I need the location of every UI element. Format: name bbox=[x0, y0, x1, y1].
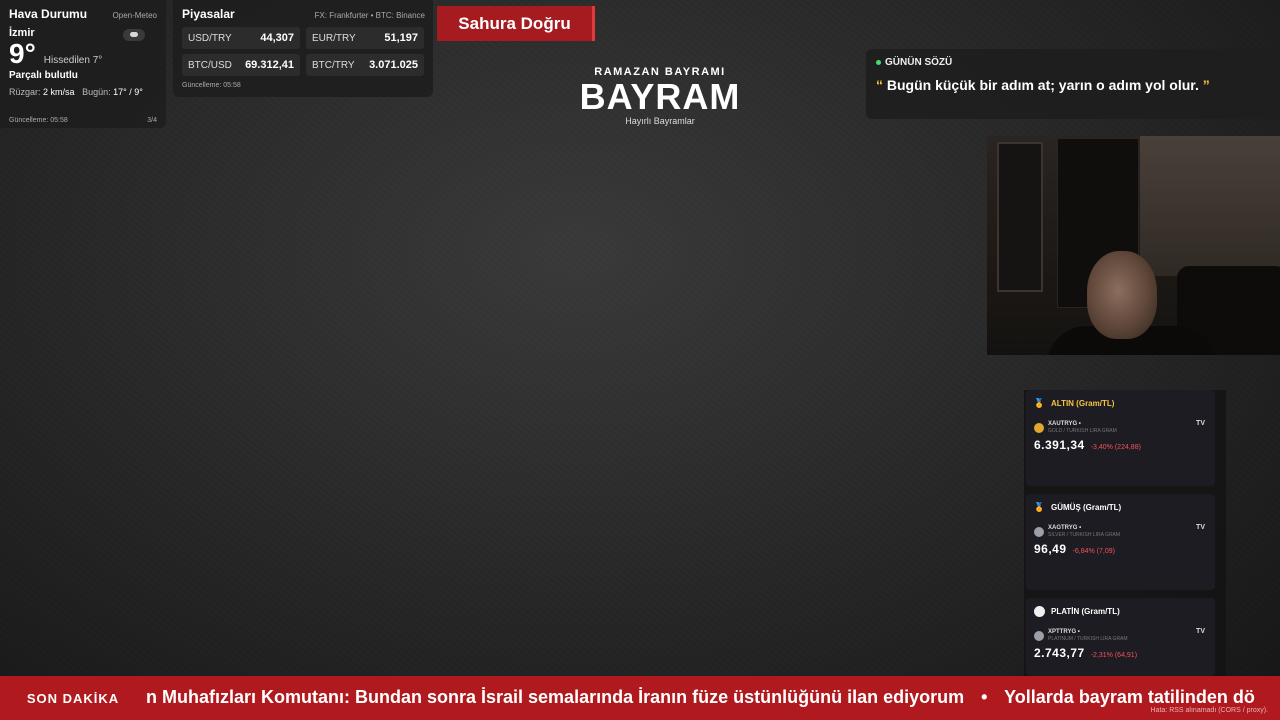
sahur-banner: Sahura Doğru bbox=[437, 6, 595, 41]
metal-price: 2.743,77 bbox=[1034, 646, 1085, 660]
metal-symbol: XAGTRYG bbox=[1048, 525, 1078, 531]
ticker-item: Yollarda bayram tatilinden dö bbox=[1004, 687, 1255, 707]
gold-medal-icon: 🏅 bbox=[1033, 398, 1046, 408]
ticker-item: n Muhafızları Komutanı: Bundan sonra İsr… bbox=[146, 687, 965, 707]
webcam-person-head bbox=[1087, 251, 1157, 339]
coin-icon bbox=[1034, 631, 1044, 641]
weather-updated: Güncelleme: 05:58 bbox=[9, 117, 68, 124]
metal-card-gold: 🏅 ALTIN (Gram/TL) XAUTRYG • GOLD / TURKI… bbox=[1026, 390, 1215, 486]
tradingview-logo-icon: TV bbox=[1196, 524, 1205, 531]
metal-card-platinum: PLATİN (Gram/TL) XPTTRYG • PLATINUM / TU… bbox=[1026, 598, 1215, 676]
metal-card-silver: 🏅 GÜMÜŞ (Gram/TL) XAGTRYG • SILVER / TUR… bbox=[1026, 494, 1215, 590]
ticker-label: SON DAKİKA bbox=[0, 676, 146, 720]
market-label: USD/TRY bbox=[188, 32, 232, 44]
market-value: 44,307 bbox=[260, 32, 294, 44]
ticker-separator: • bbox=[981, 687, 988, 707]
quote-text: Bugün küçük bir adım at; yarın o adım yo… bbox=[886, 77, 1199, 93]
market-label: BTC/USD bbox=[188, 59, 232, 71]
webcam-wall bbox=[1140, 136, 1280, 276]
today-label: Bugün: bbox=[82, 87, 111, 97]
metal-symbol-suffix: • bbox=[1078, 421, 1081, 427]
webcam-feed bbox=[987, 136, 1280, 355]
metals-panel: 🏅 ALTIN (Gram/TL) XAUTRYG • GOLD / TURKI… bbox=[1024, 390, 1226, 676]
metal-desc: PLATINUM / TURKISH LIRA GRAM bbox=[1048, 636, 1128, 642]
market-item-btctry: BTC/TRY 3.071.025 bbox=[306, 54, 424, 76]
ticker-crawl: n Muhafızları Komutanı: Bundan sonra İsr… bbox=[146, 687, 1280, 708]
markets-updated: Güncelleme: 05:58 bbox=[182, 82, 241, 89]
metal-price: 96,49 bbox=[1034, 542, 1067, 556]
bayram-title: BAYRAM bbox=[579, 76, 741, 117]
quote-close-mark: ” bbox=[1202, 77, 1210, 93]
metal-change: -6,84% (7,09) bbox=[1072, 548, 1115, 555]
metal-price: 6.391,34 bbox=[1034, 438, 1085, 452]
coin-icon bbox=[1034, 527, 1044, 537]
quote-of-the-day: GÜNÜN SÖZÜ “ Bugün küçük bir adım at; ya… bbox=[866, 49, 1280, 119]
live-dot-icon bbox=[876, 60, 881, 65]
metal-symbol-suffix: • bbox=[1077, 629, 1080, 635]
webcam-door bbox=[997, 142, 1043, 292]
markets-panel: Piyasalar FX: Frankfurter • BTC: Binance… bbox=[173, 0, 433, 97]
metal-desc: GOLD / TURKISH LIRA GRAM bbox=[1048, 428, 1117, 434]
metal-symbol: XPTTRYG bbox=[1048, 629, 1077, 635]
wind-label: Rüzgar: bbox=[9, 87, 41, 97]
bayram-tagline: Hayırlı Bayramlar bbox=[625, 116, 695, 126]
market-label: BTC/TRY bbox=[312, 59, 355, 71]
news-ticker: SON DAKİKA n Muhafızları Komutanı: Bunda… bbox=[0, 676, 1280, 720]
metal-title: GÜMÜŞ (Gram/TL) bbox=[1051, 503, 1122, 512]
partly-cloudy-icon bbox=[123, 29, 145, 41]
today-value: 17° / 9° bbox=[113, 87, 143, 97]
metal-symbol-suffix: • bbox=[1079, 525, 1082, 531]
bayram-banner: RAMAZAN BAYRAMI BAYRAM Hayırlı Bayramlar bbox=[560, 66, 760, 126]
market-value: 3.071.025 bbox=[369, 59, 418, 71]
market-label: EUR/TRY bbox=[312, 32, 356, 44]
quote-open-mark: “ bbox=[876, 77, 883, 93]
weather-condition: Parçalı bulutlu bbox=[9, 70, 78, 81]
weather-temperature: 9° bbox=[9, 38, 36, 69]
wind-value: 2 km/sa bbox=[43, 87, 75, 97]
coin-icon bbox=[1034, 423, 1044, 433]
market-value: 51,197 bbox=[384, 32, 418, 44]
market-item-eurtry: EUR/TRY 51,197 bbox=[306, 27, 424, 49]
platinum-circle-icon bbox=[1034, 606, 1045, 617]
weather-details: Rüzgar: 2 km/sa Bugün: 17° / 9° bbox=[9, 87, 157, 97]
market-item-usdtry: USD/TRY 44,307 bbox=[182, 27, 300, 49]
tradingview-logo-icon: TV bbox=[1196, 628, 1205, 635]
market-value: 69.312,41 bbox=[245, 59, 294, 71]
markets-source: FX: Frankfurter • BTC: Binance bbox=[314, 11, 425, 20]
weather-feels-like: Hissedilen 7° bbox=[43, 55, 103, 66]
metal-symbol: XAUTRYG bbox=[1048, 421, 1078, 427]
weather-panel: Hava Durumu Open-Meteo İzmir 9° Hissedil… bbox=[0, 0, 166, 128]
silver-medal-icon: 🏅 bbox=[1033, 502, 1046, 512]
metal-change: -3,40% (224,88) bbox=[1090, 444, 1141, 451]
metal-change: -2,31% (64,91) bbox=[1090, 652, 1138, 659]
tradingview-logo-icon: TV bbox=[1196, 420, 1205, 427]
weather-page-indicator: 3/4 bbox=[147, 117, 157, 124]
metal-title: PLATİN (Gram/TL) bbox=[1051, 607, 1120, 616]
weather-source: Open-Meteo bbox=[112, 11, 157, 20]
metal-desc: SILVER / TURKISH LIRA GRAM bbox=[1048, 532, 1121, 538]
market-item-btcusd: BTC/USD 69.312,41 bbox=[182, 54, 300, 76]
ticker-error: Hata: RSS alınamadı (CORS / proxy). bbox=[1150, 707, 1268, 714]
metal-title: ALTIN (Gram/TL) bbox=[1051, 399, 1115, 408]
quote-header: GÜNÜN SÖZÜ bbox=[885, 57, 953, 68]
